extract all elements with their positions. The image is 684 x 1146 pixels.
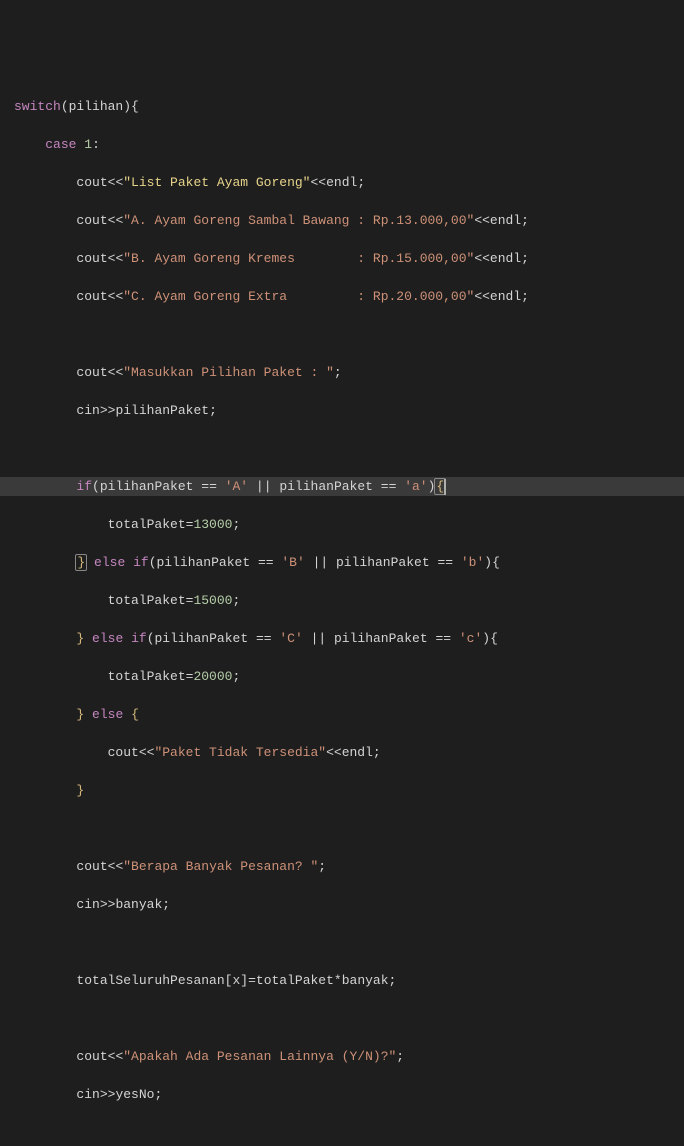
code-line[interactable]: case 1: — [0, 135, 684, 154]
keyword-case: case — [45, 137, 76, 152]
code-line[interactable]: cout<<"Paket Tidak Tersedia"<<endl; — [0, 743, 684, 762]
text-cursor — [444, 479, 446, 495]
identifier: cin — [76, 897, 99, 912]
identifier: banyak — [342, 973, 389, 988]
identifier: yesNo — [115, 1087, 154, 1102]
operator: || — [256, 479, 272, 494]
string-literal: "Berapa Banyak Pesanan? " — [123, 859, 318, 874]
identifier: cout — [76, 175, 107, 190]
string-literal: "List Paket Ayam Goreng" — [123, 175, 310, 190]
identifier: endl — [490, 213, 521, 228]
code-line[interactable]: cout<<"B. Ayam Goreng Kremes : Rp.15.000… — [0, 249, 684, 268]
identifier: endl — [342, 745, 373, 760]
identifier: totalPaket — [256, 973, 334, 988]
code-line[interactable]: totalPaket=20000; — [0, 667, 684, 686]
code-line[interactable]: cout<<"Masukkan Pilihan Paket : "; — [0, 363, 684, 382]
number-literal: 13000 — [193, 517, 232, 532]
code-line[interactable]: cout<<"Apakah Ada Pesanan Lainnya (Y/N)?… — [0, 1047, 684, 1066]
number-literal: 15000 — [193, 593, 232, 608]
code-line[interactable]: cin>>banyak; — [0, 895, 684, 914]
code-line[interactable]: cin>>pilihanPaket; — [0, 401, 684, 420]
identifier: cout — [76, 289, 107, 304]
identifier: cout — [76, 1049, 107, 1064]
code-line-highlighted[interactable]: if(pilihanPaket == 'A' || pilihanPaket =… — [0, 477, 684, 496]
code-line[interactable] — [0, 325, 684, 344]
operator: == — [256, 631, 272, 646]
code-line[interactable] — [0, 1123, 684, 1142]
identifier: totalPaket — [108, 669, 186, 684]
code-line[interactable] — [0, 1009, 684, 1028]
keyword-else: else — [92, 631, 123, 646]
string-literal: "A. Ayam Goreng Sambal Bawang : Rp.13.00… — [123, 213, 474, 228]
code-line[interactable]: } else if(pilihanPaket == 'C' || pilihan… — [0, 629, 684, 648]
identifier: totalPaket — [108, 593, 186, 608]
operator: == — [381, 479, 397, 494]
code-line[interactable]: cout<<"C. Ayam Goreng Extra : Rp.20.000,… — [0, 287, 684, 306]
identifier: endl — [326, 175, 357, 190]
code-line[interactable]: cout<<"List Paket Ayam Goreng"<<endl; — [0, 173, 684, 192]
operator: || — [313, 555, 329, 570]
char-literal: 'A' — [225, 479, 248, 494]
string-literal: "Apakah Ada Pesanan Lainnya (Y/N)?" — [123, 1049, 396, 1064]
code-line[interactable]: } else { — [0, 705, 684, 724]
char-literal: 'B' — [281, 555, 304, 570]
identifier: totalSeluruhPesanan — [76, 973, 224, 988]
identifier: cout — [76, 251, 107, 266]
code-editor[interactable]: switch(pilihan){ case 1: cout<<"List Pak… — [0, 78, 684, 1146]
keyword-else: else — [94, 555, 125, 570]
identifier: pilihan — [69, 99, 124, 114]
identifier: cout — [76, 859, 107, 874]
code-line[interactable]: } else if(pilihanPaket == 'B' || pilihan… — [0, 553, 684, 572]
identifier: pilihanPaket — [155, 631, 249, 646]
code-line[interactable]: totalSeluruhPesanan[x]=totalPaket*banyak… — [0, 971, 684, 990]
identifier: pilihanPaket — [334, 631, 428, 646]
identifier: pilihanPaket — [115, 403, 209, 418]
identifier: endl — [490, 289, 521, 304]
char-literal: 'a' — [404, 479, 427, 494]
char-literal: 'b' — [461, 555, 484, 570]
identifier: totalPaket — [108, 517, 186, 532]
operator: == — [435, 631, 451, 646]
identifier: pilihanPaket — [157, 555, 251, 570]
operator: == — [258, 555, 274, 570]
code-line[interactable]: cout<<"A. Ayam Goreng Sambal Bawang : Rp… — [0, 211, 684, 230]
identifier: cout — [76, 365, 107, 380]
string-literal: "B. Ayam Goreng Kremes : Rp.15.000,00" — [123, 251, 474, 266]
code-line[interactable] — [0, 439, 684, 458]
identifier: cout — [76, 213, 107, 228]
code-line[interactable]: cin>>yesNo; — [0, 1085, 684, 1104]
char-literal: 'c' — [459, 631, 482, 646]
number-literal: 20000 — [193, 669, 232, 684]
operator: == — [437, 555, 453, 570]
identifier: endl — [490, 251, 521, 266]
string-literal: "C. Ayam Goreng Extra : Rp.20.000,00" — [123, 289, 474, 304]
identifier: pilihanPaket — [100, 479, 194, 494]
code-line[interactable] — [0, 933, 684, 952]
string-literal: "Masukkan Pilihan Paket : " — [123, 365, 334, 380]
identifier: x — [232, 973, 240, 988]
identifier: cin — [76, 1087, 99, 1102]
identifier: banyak — [115, 897, 162, 912]
identifier: pilihanPaket — [279, 479, 373, 494]
keyword-else: else — [92, 707, 123, 722]
string-literal: "Paket Tidak Tersedia" — [154, 745, 326, 760]
code-line[interactable]: switch(pilihan){ — [0, 97, 684, 116]
code-line[interactable]: cout<<"Berapa Banyak Pesanan? "; — [0, 857, 684, 876]
identifier: cin — [76, 403, 99, 418]
code-line[interactable]: totalPaket=13000; — [0, 515, 684, 534]
keyword-if: if — [133, 555, 149, 570]
number-literal: 1 — [84, 137, 92, 152]
brace-close-match: } — [75, 554, 87, 571]
code-line[interactable]: } — [0, 781, 684, 800]
operator: || — [311, 631, 327, 646]
keyword-switch: switch — [14, 99, 61, 114]
identifier: pilihanPaket — [336, 555, 430, 570]
code-line[interactable]: totalPaket=15000; — [0, 591, 684, 610]
keyword-if: if — [76, 479, 92, 494]
identifier: cout — [108, 745, 139, 760]
char-literal: 'C' — [279, 631, 302, 646]
code-line[interactable] — [0, 819, 684, 838]
keyword-if: if — [131, 631, 147, 646]
operator: == — [201, 479, 217, 494]
